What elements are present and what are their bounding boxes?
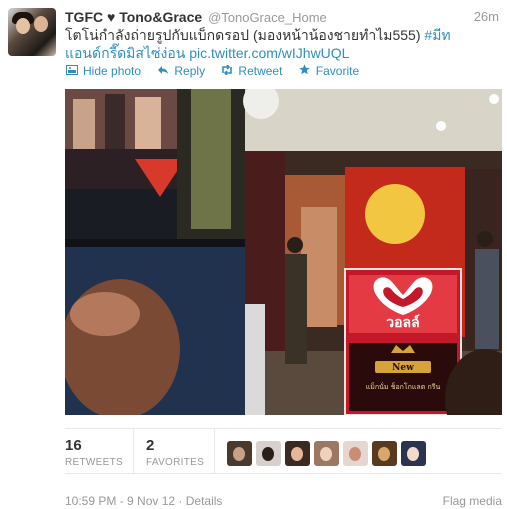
tweet-text: โตโน่กำลังถ่ายรูปกับแบ็กดรอป (มองหน้าน้อ… bbox=[65, 26, 485, 62]
favoriter-avatar[interactable] bbox=[285, 441, 310, 466]
avatar-face bbox=[34, 16, 48, 32]
tweet-photo[interactable]: วอลล์ New แม็กนั่ม ช็อกโกแลต กรีน bbox=[65, 89, 502, 415]
avatar-face bbox=[16, 18, 30, 34]
tweet-timestamp: 10:59 PM - 9 Nov 12 bbox=[65, 494, 176, 508]
poster-brand-text: วอลล์ bbox=[386, 314, 419, 331]
dancer-figure bbox=[73, 99, 95, 149]
tweet-text-body: โตโน่กำลังถ่ายรูปกับแบ็กดรอป (มองหน้าน้อ… bbox=[65, 27, 425, 43]
user-screenname[interactable]: @TonoGrace_Home bbox=[208, 10, 327, 25]
retweets-stat[interactable]: 16 RETWEETS bbox=[65, 437, 123, 470]
person-head bbox=[477, 231, 493, 247]
favorites-count: 2 bbox=[146, 437, 155, 454]
photo-icon bbox=[65, 63, 79, 79]
tweet-header: TGFC ♥ Tono&Grace @TonoGrace_Home bbox=[65, 8, 327, 27]
pic-link[interactable]: pic.twitter.com/wIJhwUQL bbox=[189, 45, 349, 61]
dancer-figure bbox=[135, 97, 161, 157]
details-link[interactable]: Details bbox=[186, 494, 223, 508]
retweet-button[interactable]: Retweet bbox=[220, 63, 282, 79]
person bbox=[475, 249, 499, 349]
photo-scene: วอลล์ New แม็กนั่ม ช็อกโกแลต กรีน bbox=[65, 89, 502, 415]
user-avatar[interactable] bbox=[8, 8, 56, 56]
tweet-footer: 10:59 PM - 9 Nov 12 · Details Flag media bbox=[65, 494, 502, 508]
person bbox=[245, 304, 265, 415]
poster-moon bbox=[365, 184, 425, 244]
stats-divider bbox=[133, 429, 134, 474]
hide-photo-button[interactable]: Hide photo bbox=[65, 63, 141, 79]
favorite-label: Favorite bbox=[315, 64, 360, 78]
star-icon bbox=[298, 63, 312, 79]
poster-tag-text: New bbox=[392, 363, 414, 373]
footer-separator: · bbox=[175, 494, 186, 508]
favoriter-avatar[interactable] bbox=[372, 441, 397, 466]
hide-photo-label: Hide photo bbox=[83, 64, 142, 78]
tweet-card: TGFC ♥ Tono&Grace @TonoGrace_Home 26m โต… bbox=[0, 0, 507, 509]
ceiling-light bbox=[436, 121, 446, 131]
retweet-label: Retweet bbox=[238, 64, 283, 78]
favorite-button[interactable]: Favorite bbox=[298, 63, 359, 79]
favorites-label: FAVORITES bbox=[146, 457, 205, 468]
reply-arrow-icon bbox=[156, 63, 170, 79]
poster-edge bbox=[65, 239, 245, 247]
tweet-actions: Hide photo Reply Retweet Favorite bbox=[65, 63, 371, 79]
ceiling-light bbox=[489, 94, 499, 104]
favoriter-avatar[interactable] bbox=[227, 441, 252, 466]
favoriter-avatar[interactable] bbox=[256, 441, 281, 466]
user-fullname[interactable]: TGFC ♥ Tono&Grace bbox=[65, 9, 202, 25]
foreground-head bbox=[70, 292, 140, 336]
person bbox=[285, 254, 307, 364]
stats-divider bbox=[214, 429, 215, 474]
favoriter-avatar[interactable] bbox=[314, 441, 339, 466]
retweets-count: 16 bbox=[65, 437, 82, 454]
ceiling bbox=[245, 89, 502, 151]
poster-sub-text: แม็กนั่ม ช็อกโกแลต กรีน bbox=[366, 382, 441, 391]
reply-label: Reply bbox=[174, 64, 206, 78]
flag-media-link[interactable]: Flag media bbox=[443, 494, 502, 508]
retweet-icon bbox=[220, 63, 234, 79]
favoriter-avatar[interactable] bbox=[401, 441, 426, 466]
soldier-figure bbox=[191, 89, 231, 229]
poster-dark-panel bbox=[349, 343, 457, 411]
tweet-time[interactable]: 26m bbox=[474, 9, 499, 24]
favoriter-avatar[interactable] bbox=[343, 441, 368, 466]
tweet-stats: 16 RETWEETS 2 FAVORITES bbox=[65, 428, 502, 474]
dancer-figure bbox=[105, 94, 125, 149]
favorites-stat[interactable]: 2 FAVORITES bbox=[146, 437, 204, 470]
reply-button[interactable]: Reply bbox=[156, 63, 205, 79]
favoriter-avatars bbox=[227, 441, 426, 466]
retweets-label: RETWEETS bbox=[65, 457, 123, 468]
person-head bbox=[287, 237, 303, 253]
